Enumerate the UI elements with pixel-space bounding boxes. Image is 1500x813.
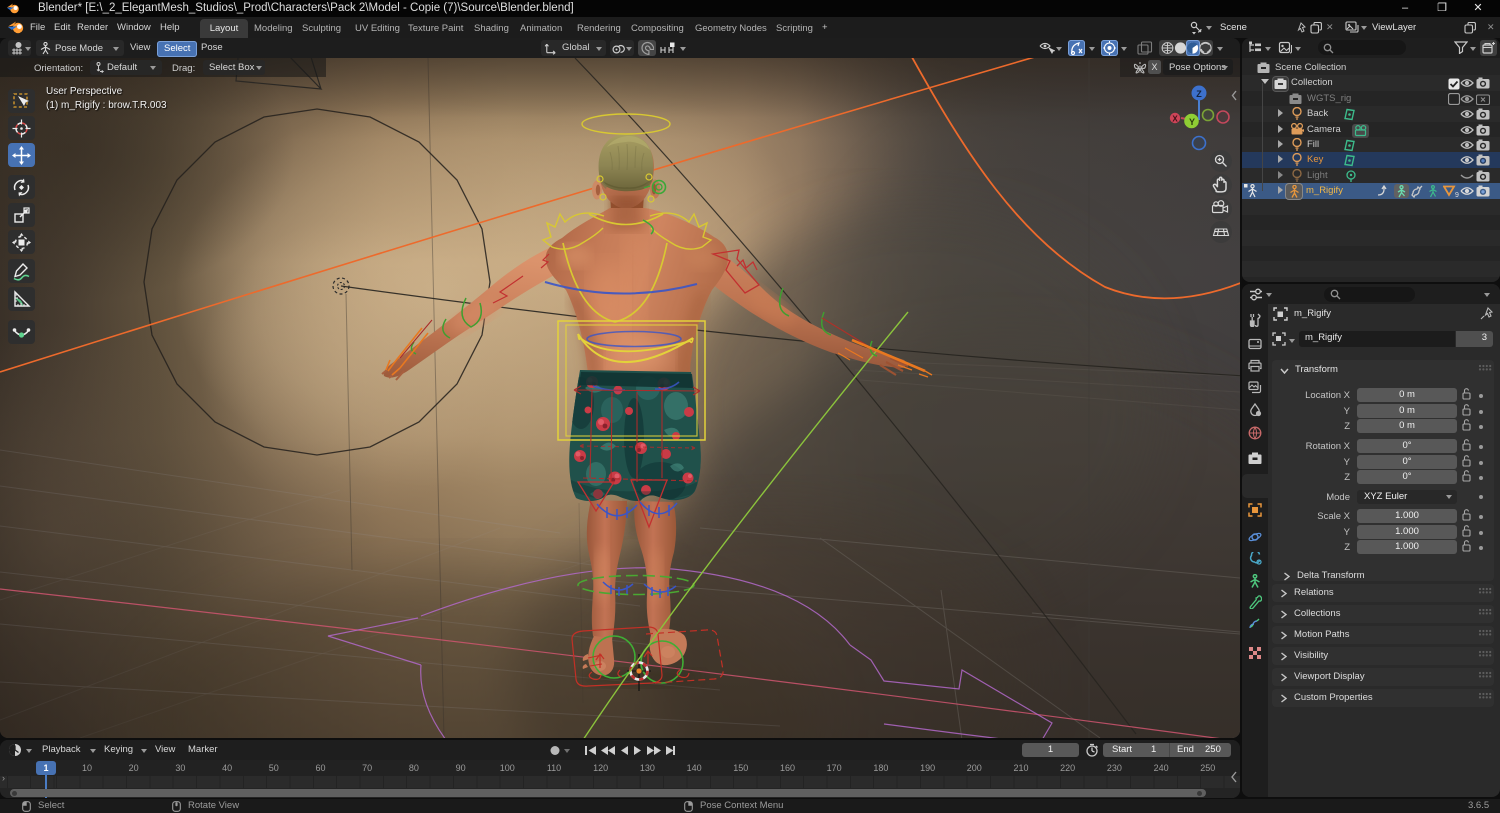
svg-text:9: 9 <box>1455 192 1459 198</box>
svg-text:Y: Y <box>1189 117 1195 127</box>
svg-text:X: X <box>1172 115 1178 124</box>
svg-text:Z: Z <box>1196 89 1202 99</box>
